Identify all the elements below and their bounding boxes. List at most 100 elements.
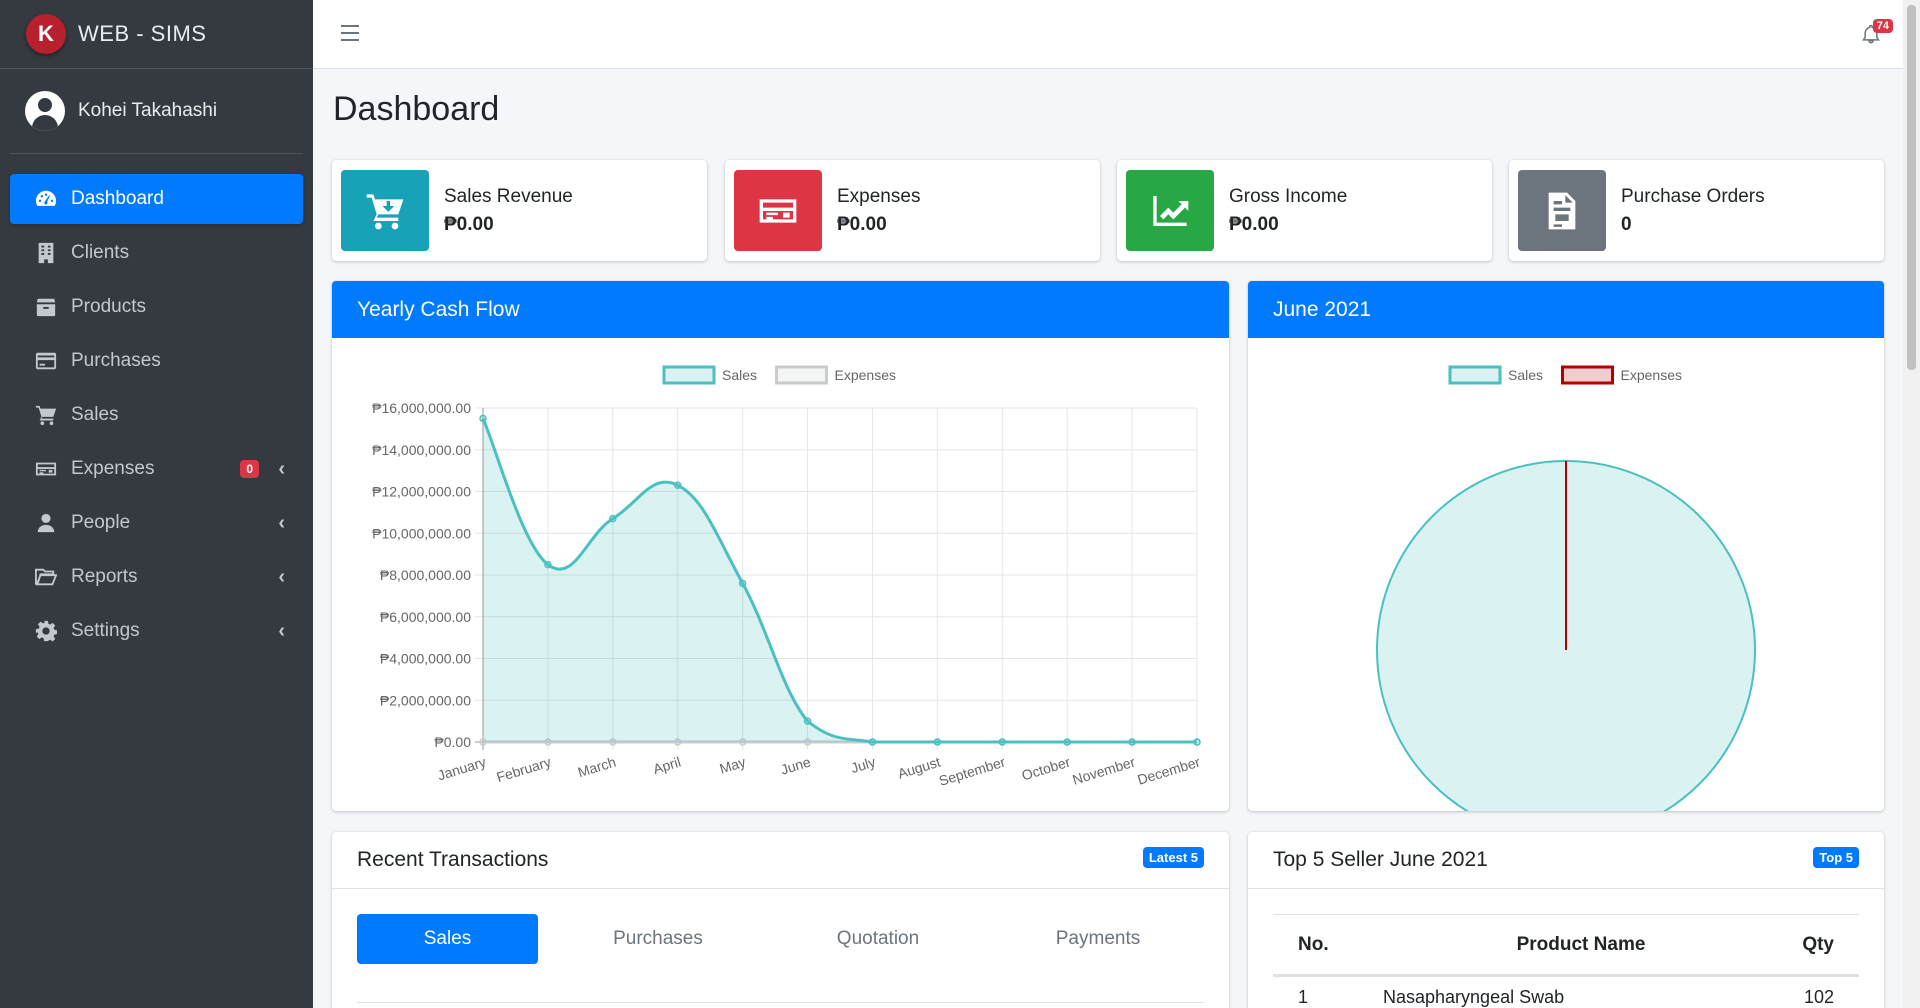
x-tick-label: September [937,753,1007,788]
y-tick-label: ₱0.00 [434,734,471,750]
y-tick-label: ₱14,000,000.00 [372,442,471,458]
card-title: Top 5 Seller June 2021 [1273,848,1488,871]
tab-quotation[interactable]: Quotation [758,914,998,964]
column-header-no[interactable]: No. [1273,934,1383,956]
recent-transactions-card: Recent Transactions Latest 5 Sales Purch… [332,832,1229,1008]
sidebar-item-label: Purchases [71,350,161,371]
sidebar-item-expenses[interactable]: Expenses 0 ‹ [10,444,303,494]
sidebar-item-reports[interactable]: Reports ‹ [10,552,303,602]
legend-swatch [1448,365,1502,385]
row-no: 1 [1298,986,1309,1007]
cart-icon [34,403,58,427]
y-tick-label: ₱2,000,000.00 [380,692,471,708]
sidebar-item-label: Expenses [71,458,155,479]
building-icon [34,241,58,265]
legend-item: Sales [662,365,757,385]
row-qty: 102 [1803,986,1834,1007]
sidebar-item-sales[interactable]: Sales [10,390,303,440]
chevron-left-icon: ‹ [278,565,285,588]
latest-tag: Latest 5 [1142,847,1204,868]
info-box-label: Expenses [837,185,921,207]
data-point [738,579,747,588]
info-box-value: ₱0.00 [444,213,494,235]
legend-item: Expenses [775,365,896,385]
sidebar-item-label: Sales [71,404,119,425]
info-box-expenses[interactable]: Expenses ₱0.00 [725,160,1100,261]
sidebar-item-label: Products [71,296,146,317]
tab-purchases[interactable]: Purchases [558,914,758,964]
data-point [673,481,682,489]
month-pie-chart[interactable]: Sales Expenses [1248,338,1884,811]
table-row[interactable]: 1 Nasapharyngeal Swab 102 [1273,977,1859,1008]
x-tick-label: December [1135,753,1202,787]
month-card: June 2021 Sales Expenses [1248,281,1884,811]
top-tag: Top 5 [1813,847,1859,868]
sidebar-item-people[interactable]: People ‹ [10,498,303,548]
info-box-sales-revenue[interactable]: Sales Revenue ₱0.00 [332,160,707,261]
x-tick-label: October [1020,753,1073,783]
tab-payments[interactable]: Payments [998,914,1198,964]
x-tick-label: August [896,754,942,782]
file-invoice-icon [1518,170,1606,251]
chevron-left-icon: ‹ [278,457,285,480]
x-tick-label: November [1071,753,1138,787]
cash-flow-chart[interactable]: Sales Expenses ₱16,000,000.00 ₱14,000,000.0… [332,338,1229,811]
scrollbar-thumb[interactable] [1907,5,1916,370]
brand-logo: K [26,14,66,54]
divider [357,1002,1204,1003]
column-header-name[interactable]: Product Name [1383,934,1779,956]
row-product-name: Nasapharyngeal Swab [1383,986,1565,1007]
chevron-left-icon: ‹ [278,511,285,534]
info-box-label: Purchase Orders [1621,185,1765,207]
scrollbar[interactable] [1903,0,1920,1008]
info-box-purchase-orders[interactable]: Purchase Orders 0 [1509,160,1884,261]
column-header-qty[interactable]: Qty [1779,934,1859,956]
sidebar-item-settings[interactable]: Settings ‹ [10,606,303,656]
cash-flow-card: Yearly Cash Flow Sales Expenses ₱16,000,00… [332,281,1229,811]
cart-download-icon [341,170,429,251]
data-point [544,560,552,569]
brand[interactable]: K WEB - SIMS [0,0,313,69]
table-header: No. Product Name Qty [1273,915,1859,977]
sidebar-item-label: Clients [71,242,130,263]
data-point [609,514,617,523]
info-box-label: Gross Income [1229,185,1348,207]
data-point [1128,738,1136,746]
brand-name: WEB - SIMS [78,21,207,46]
data-point [998,738,1007,746]
transaction-tabs: Sales Purchases Quotation Payments [357,914,1204,964]
sidebar-item-clients[interactable]: Clients [10,228,303,278]
expenses-badge: 0 [240,460,259,478]
legend-swatch [775,365,828,385]
tab-sales[interactable]: Sales [357,914,538,964]
data-point [1063,738,1071,746]
topbar: 74 [313,0,1903,69]
page-title: Dashboard [333,90,500,128]
folder-open-icon [34,565,58,589]
info-box-gross-income[interactable]: Gross Income ₱0.00 [1117,160,1492,261]
x-tick-label: June [779,754,813,778]
y-tick-label: ₱6,000,000.00 [380,609,471,625]
menu-toggle-icon[interactable] [341,25,359,46]
data-point [479,414,487,423]
x-tick-label: February [495,754,553,786]
x-tick-label: January [436,754,488,784]
avatar [25,91,65,131]
sidebar-item-purchases[interactable]: Purchases [10,336,303,386]
sidebar-nav: Dashboard Clients Products Purchases Sal… [0,154,313,656]
legend-item: Expenses [1561,365,1682,385]
y-tick-label: ₱10,000,000.00 [372,525,471,541]
legend-label: Sales [722,367,757,383]
money-check-icon [734,170,822,251]
tachometer-icon [34,187,58,211]
data-point [1193,738,1201,746]
info-box-value: ₱0.00 [837,213,887,235]
y-tick-label: ₱4,000,000.00 [380,651,471,667]
legend-label: Expenses [835,367,896,383]
sidebar-item-label: Reports [71,566,138,587]
sidebar-item-dashboard[interactable]: Dashboard [10,174,303,224]
user-icon [34,511,58,535]
user-panel[interactable]: Kohei Takahashi [10,69,303,154]
legend-swatch [1561,365,1614,385]
sidebar-item-products[interactable]: Products [10,282,303,332]
